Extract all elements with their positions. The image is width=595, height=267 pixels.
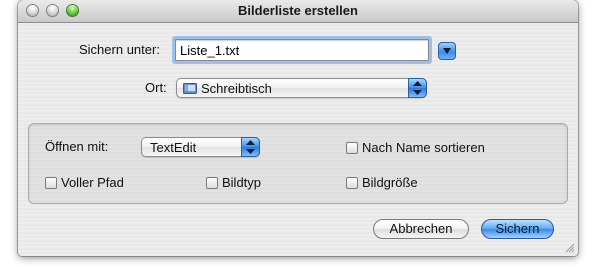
cancel-button[interactable]: Abbrechen <box>373 219 469 239</box>
checkbox-box[interactable] <box>346 141 358 154</box>
title-bar[interactable]: Bilderliste erstellen <box>18 0 578 23</box>
checkbox-box[interactable] <box>346 176 358 189</box>
image-size-label: Bildgröße <box>362 175 418 190</box>
checkbox-box[interactable] <box>206 176 218 189</box>
open-with-popup[interactable]: TextEdit <box>141 137 260 157</box>
options-group: Öffnen mit: TextEdit Nach Name sortieren… <box>28 123 568 204</box>
full-path-checkbox[interactable]: Voller Pfad <box>45 175 124 190</box>
image-type-label: Bildtyp <box>222 175 262 190</box>
popup-arrows-icon <box>241 137 260 157</box>
location-popup[interactable]: Schreibtisch <box>176 78 427 98</box>
location-selected-value: Schreibtisch <box>201 81 272 96</box>
save-dialog-window: Bilderliste erstellen Sichern unter: Ort… <box>18 0 578 256</box>
sort-by-name-checkbox[interactable]: Nach Name sortieren <box>346 140 485 155</box>
sort-by-name-label: Nach Name sortieren <box>362 140 485 155</box>
full-path-label: Voller Pfad <box>61 175 124 190</box>
save-button[interactable]: Sichern <box>481 219 554 239</box>
desktop-folder-icon <box>183 83 197 94</box>
triangle-down-icon <box>443 48 451 54</box>
popup-arrows-icon <box>408 78 427 98</box>
resize-grip-icon[interactable] <box>564 242 575 253</box>
save-as-label: Sichern unter: <box>79 42 160 57</box>
expand-browser-button[interactable] <box>438 42 456 60</box>
filename-input[interactable] <box>175 39 429 61</box>
checkbox-box[interactable] <box>45 176 57 189</box>
image-type-checkbox[interactable]: Bildtyp <box>206 175 261 190</box>
open-with-selected-value: TextEdit <box>150 140 197 155</box>
window-title: Bilderliste erstellen <box>238 3 358 18</box>
location-label: Ort: <box>145 80 167 95</box>
image-size-checkbox[interactable]: Bildgröße <box>346 175 418 190</box>
open-with-label: Öffnen mit: <box>45 139 109 154</box>
